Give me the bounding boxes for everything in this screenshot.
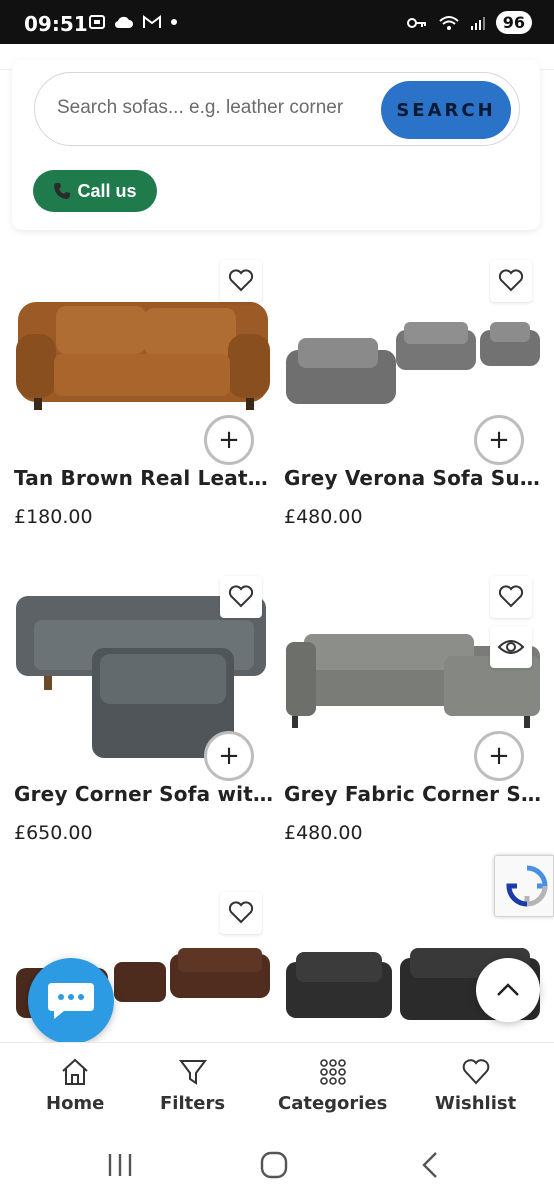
nav-label: Wishlist	[435, 1093, 517, 1114]
screenshot-icon	[89, 15, 105, 29]
product-card[interactable]: + Tan Brown Real Leathe... £180.00	[14, 250, 284, 550]
wifi-icon	[439, 15, 459, 30]
dot-icon	[171, 19, 177, 25]
nav-home[interactable]: Home	[46, 1057, 104, 1114]
product-price: £180.00	[14, 506, 93, 528]
recaptcha-icon	[506, 865, 548, 907]
quick-view-button[interactable]	[490, 626, 532, 668]
product-price: £480.00	[284, 822, 363, 844]
recent-apps-icon[interactable]	[106, 1152, 134, 1178]
signal-icon	[470, 16, 485, 30]
heart-icon	[228, 901, 254, 924]
plus-icon: +	[488, 741, 510, 771]
key-icon	[406, 17, 426, 28]
system-nav-bar	[0, 1130, 554, 1200]
product-title[interactable]: Grey Fabric Corner Sof...	[284, 782, 546, 806]
wishlist-button[interactable]	[490, 260, 532, 302]
product-price: £650.00	[14, 822, 93, 844]
chevron-up-icon	[497, 983, 519, 996]
nav-categories[interactable]: Categories	[278, 1057, 387, 1114]
chat-button[interactable]	[28, 958, 114, 1044]
add-to-cart-button[interactable]: +	[204, 731, 254, 781]
status-time: 09:51	[24, 12, 88, 36]
plus-icon: +	[218, 425, 240, 455]
gmail-icon	[143, 15, 161, 28]
nav-label: Categories	[278, 1093, 388, 1114]
nav-filters[interactable]: Filters	[160, 1057, 225, 1114]
phone-icon	[54, 183, 71, 199]
heart-icon	[498, 269, 524, 292]
back-icon[interactable]	[420, 1151, 440, 1179]
plus-icon: +	[488, 425, 510, 455]
search-input[interactable]	[57, 97, 357, 119]
cloud-icon	[114, 16, 133, 29]
product-card[interactable]: + Grey Fabric Corner Sof... £480.00	[284, 566, 554, 866]
home-icon	[62, 1058, 88, 1085]
plus-icon: +	[218, 741, 240, 771]
battery-indicator: 96	[495, 11, 532, 34]
call-us-button[interactable]: Call us	[33, 170, 157, 212]
wishlist-button[interactable]	[220, 260, 262, 302]
wishlist-button[interactable]	[220, 576, 262, 618]
call-us-label: Call us	[77, 180, 137, 201]
eye-icon	[497, 640, 525, 654]
wishlist-button[interactable]	[220, 892, 262, 934]
product-title[interactable]: Grey Verona Sofa Suite...	[284, 466, 546, 490]
recaptcha-badge[interactable]	[494, 855, 554, 917]
status-bar: 09:51 96	[0, 0, 554, 44]
search-card: SEARCH Call us	[12, 60, 540, 230]
heart-icon	[228, 269, 254, 292]
grid-dots-icon	[319, 1059, 346, 1085]
nav-label: Filters	[160, 1093, 226, 1114]
product-title[interactable]: Grey Corner Sofa with ...	[14, 782, 276, 806]
filter-icon	[178, 1060, 207, 1085]
product-price: £480.00	[284, 506, 363, 528]
heart-icon	[228, 585, 254, 608]
status-right-icons: 96	[406, 11, 532, 34]
product-title[interactable]: Tan Brown Real Leathe...	[14, 466, 276, 490]
chat-bubble-icon	[48, 983, 94, 1019]
status-left-icons	[88, 14, 178, 30]
product-card[interactable]: + Grey Corner Sofa with ... £650.00	[14, 566, 284, 866]
home-circle-icon[interactable]	[260, 1151, 288, 1179]
heart-icon	[462, 1059, 489, 1085]
add-to-cart-button[interactable]: +	[204, 415, 254, 465]
product-card[interactable]: + Grey Verona Sofa Suite... £480.00	[284, 250, 554, 550]
add-to-cart-button[interactable]: +	[474, 415, 524, 465]
bottom-nav: Home Filters Categories Wishlist	[0, 1042, 554, 1130]
nav-wishlist[interactable]: Wishlist	[435, 1057, 516, 1114]
nav-label: Home	[46, 1093, 105, 1114]
search-box: SEARCH	[34, 72, 520, 146]
add-to-cart-button[interactable]: +	[474, 731, 524, 781]
search-button[interactable]: SEARCH	[381, 81, 511, 139]
heart-icon	[498, 585, 524, 608]
scroll-to-top-button[interactable]	[476, 958, 540, 1022]
wishlist-button[interactable]	[490, 576, 532, 618]
